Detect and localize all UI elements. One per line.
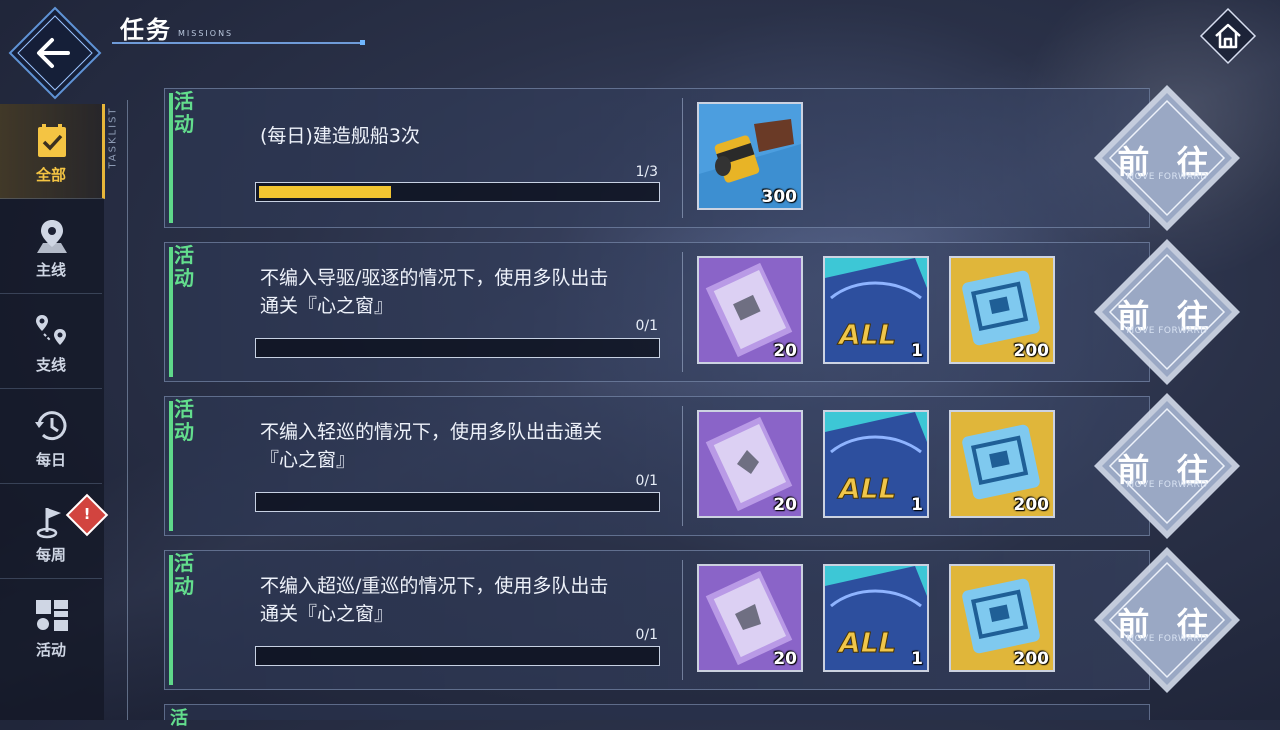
route-icon	[36, 315, 66, 345]
sidebar-item-label: 每日	[35, 451, 66, 469]
go-forward-button[interactable]: 前 往 MOVE FORWARD	[1092, 545, 1242, 695]
reward-quantity: 200	[1013, 649, 1050, 669]
mission-text: (每日)建造舰船3次	[260, 125, 420, 147]
home-button[interactable]	[1198, 6, 1258, 66]
category-bar	[169, 247, 173, 377]
alert-badge-mark: !	[83, 505, 91, 523]
back-button[interactable]	[8, 6, 102, 100]
svg-text:ALL: ALL	[837, 318, 896, 351]
progress-bar	[255, 646, 660, 666]
title-underline-dot	[360, 40, 365, 45]
back-arrow-icon	[8, 6, 102, 100]
sidebar-item-label: 支线	[35, 356, 66, 374]
progress-bar	[255, 338, 660, 358]
mission-card: 活动 (每日)建造舰船3次 1/3 300	[164, 88, 1150, 228]
reward-item-ticket[interactable]: ALL 1	[823, 256, 929, 364]
svg-text:ALL: ALL	[837, 472, 896, 505]
vertical-divider	[127, 100, 128, 720]
sidebar-item-main[interactable]: 主线	[0, 199, 102, 294]
category-bar	[169, 401, 173, 531]
reward-quantity: 1	[911, 649, 923, 669]
reward-quantity: 20	[773, 649, 797, 669]
reward-quantity: 300	[761, 187, 798, 207]
sidebar: 全部 主线 支线 每日 每周 活动	[0, 104, 105, 720]
progress-bar	[255, 182, 660, 202]
map-pin-icon	[37, 220, 67, 253]
flag-icon	[36, 508, 61, 539]
reward-item-chip[interactable]: 200	[949, 256, 1055, 364]
category-label: 活动	[174, 243, 194, 290]
go-forward-button[interactable]: 前 往 MOVE FORWARD	[1092, 83, 1242, 233]
reward-item-book[interactable]: 20	[697, 564, 803, 672]
reward-item-chip[interactable]: 200	[949, 564, 1055, 672]
history-clock-icon	[35, 411, 67, 441]
card-separator	[682, 252, 683, 372]
sidebar-item-event[interactable]: 活动	[0, 579, 102, 673]
go-forward-button[interactable]: 前 往 MOVE FORWARD	[1092, 237, 1242, 387]
card-separator	[682, 560, 683, 680]
sidebar-item-label: 每周	[35, 546, 66, 564]
category-bar	[169, 555, 173, 685]
mission-text: 不编入轻巡的情况下，使用多队出击通关『心之窗』	[260, 421, 603, 471]
mission-card: 活动 不编入轻巡的情况下，使用多队出击通关『心之窗』 0/1 20 ALL 1 …	[164, 396, 1150, 536]
go-sublabel: MOVE FORWARD	[1126, 172, 1208, 182]
card-separator	[682, 98, 683, 218]
progress-count: 1/3	[635, 164, 658, 180]
progress-count: 0/1	[635, 627, 658, 643]
reward-quantity: 20	[773, 341, 797, 361]
mission-text: 不编入导驱/驱逐的情况下，使用多队出击通关『心之窗』	[260, 267, 609, 317]
reward-quantity: 1	[911, 341, 923, 361]
sidebar-item-side[interactable]: 支线	[0, 294, 102, 389]
category-label: 活动	[174, 397, 194, 444]
card-background	[164, 88, 1150, 228]
reward-item-book[interactable]: 20	[697, 410, 803, 518]
reward-item-chip[interactable]: 200	[949, 410, 1055, 518]
reward-item-film[interactable]: 300	[697, 102, 803, 210]
progress-count: 0/1	[635, 473, 658, 489]
reward-item-ticket[interactable]: ALL 1	[823, 410, 929, 518]
category-label: 活动	[174, 551, 194, 598]
card-separator	[682, 406, 683, 526]
progress-bar	[255, 492, 660, 512]
sidebar-item-label: 全部	[35, 166, 66, 184]
home-icon	[1199, 7, 1257, 65]
page-title: 任务	[120, 16, 172, 44]
progress-fill	[259, 186, 392, 198]
mission-text: 不编入超巡/重巡的情况下，使用多队出击通关『心之窗』	[260, 575, 609, 625]
title-underline	[112, 42, 362, 44]
clipboard-check-icon	[38, 124, 66, 157]
reward-item-book[interactable]: 20	[697, 256, 803, 364]
svg-text:ALL: ALL	[837, 626, 896, 659]
sidebar-item-all[interactable]: 全部	[0, 104, 105, 199]
page-subtitle: MISSIONS	[178, 29, 234, 38]
go-sublabel: MOVE FORWARD	[1126, 634, 1208, 644]
category-label-partial: 活	[170, 708, 188, 729]
go-sublabel: MOVE FORWARD	[1126, 480, 1208, 490]
sidebar-item-daily[interactable]: 每日	[0, 389, 102, 484]
go-forward-button[interactable]: 前 往 MOVE FORWARD	[1092, 391, 1242, 541]
sidebar-item-label: 活动	[35, 641, 66, 659]
reward-quantity: 200	[1013, 495, 1050, 515]
reward-quantity: 200	[1013, 341, 1050, 361]
progress-count: 0/1	[635, 318, 658, 334]
mission-card-partial	[164, 704, 1150, 720]
reward-quantity: 20	[773, 495, 797, 515]
category-bar	[169, 93, 173, 223]
reward-item-ticket[interactable]: ALL 1	[823, 564, 929, 672]
mission-card: 活动 不编入超巡/重巡的情况下，使用多队出击通关『心之窗』 0/1 20 ALL…	[164, 550, 1150, 690]
go-sublabel: MOVE FORWARD	[1126, 326, 1208, 336]
mission-card: 活动 不编入导驱/驱逐的情况下，使用多队出击通关『心之窗』 0/1 20 ALL…	[164, 242, 1150, 382]
reward-quantity: 1	[911, 495, 923, 515]
grid-tiles-icon	[36, 600, 68, 631]
category-label: 活动	[174, 89, 194, 136]
sidebar-item-label: 主线	[35, 261, 66, 279]
